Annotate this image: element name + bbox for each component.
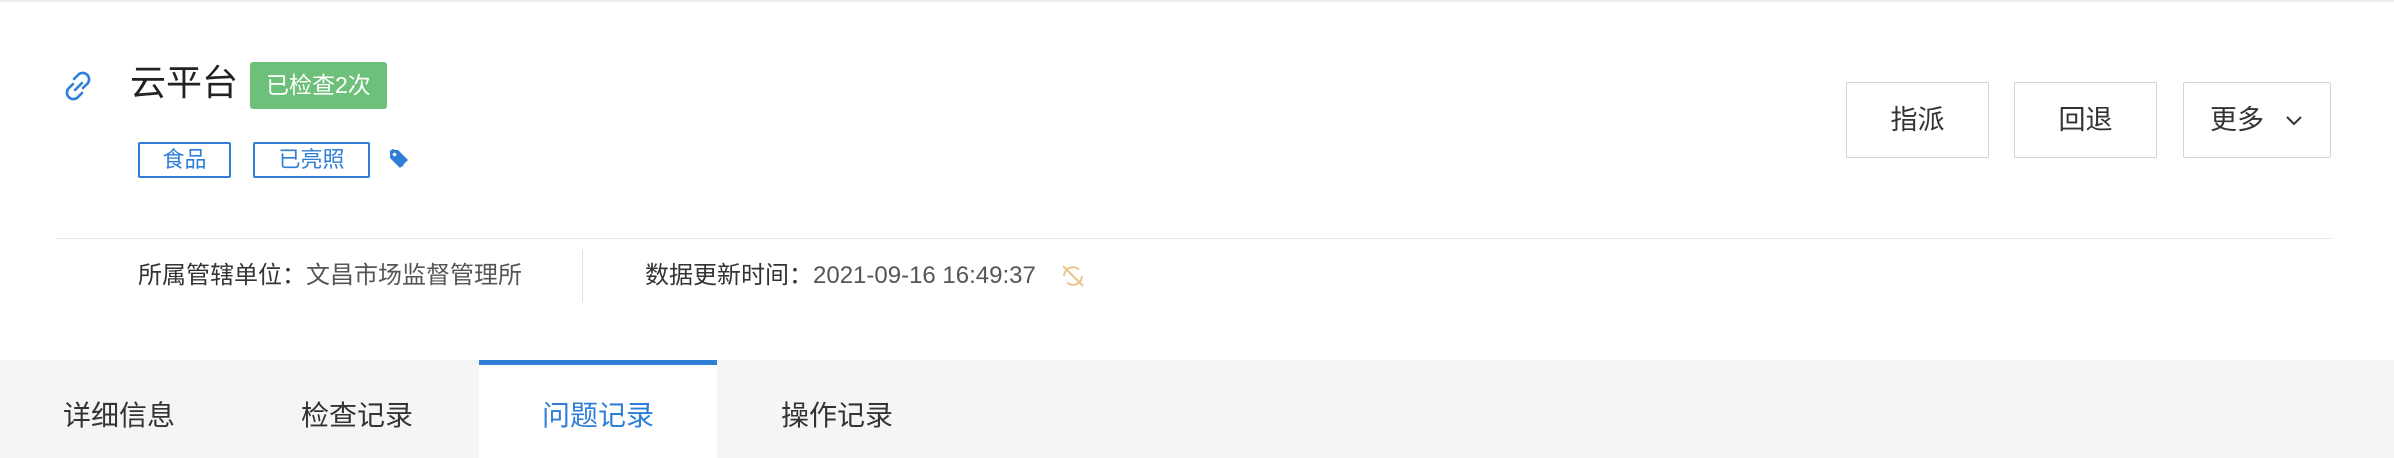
tag-food: 食品 <box>138 142 231 178</box>
tab-issue-records[interactable]: 问题记录 <box>479 360 717 458</box>
tab-details[interactable]: 详细信息 <box>0 360 238 458</box>
tab-operation-records[interactable]: 操作记录 <box>718 360 956 458</box>
jurisdiction-unit: 所属管辖单位：文昌市场监督管理所 <box>138 258 522 294</box>
more-dropdown-button[interactable]: 更多 <box>2183 82 2331 158</box>
detail-page: 云平台 已检查2次 食品 已亮照 指派 回退 更多 所属管辖单位：文昌市场监督管… <box>0 0 2394 458</box>
tag-icon[interactable] <box>387 147 411 171</box>
check-count-badge: 已检查2次 <box>250 62 387 109</box>
more-label: 更多 <box>2210 105 2264 135</box>
assign-button[interactable]: 指派 <box>1846 82 1989 158</box>
jurisdiction-unit-label: 所属管辖单位： <box>138 262 306 289</box>
update-time-value: 2021-09-16 16:49:37 <box>813 262 1036 289</box>
tag-licensed: 已亮照 <box>253 142 370 178</box>
tab-inspection-records[interactable]: 检查记录 <box>238 360 476 458</box>
header-divider <box>56 238 2332 239</box>
page-title: 云平台 <box>130 62 239 103</box>
meta-divider <box>582 250 583 302</box>
update-time-label: 数据更新时间： <box>645 262 813 289</box>
link-icon <box>65 71 91 101</box>
chevron-down-icon <box>2286 116 2302 126</box>
sync-off-icon <box>1062 265 1084 287</box>
top-border <box>0 0 2394 2</box>
jurisdiction-unit-value: 文昌市场监督管理所 <box>306 262 522 289</box>
update-time: 数据更新时间：2021-09-16 16:49:37 <box>645 258 1036 294</box>
return-button[interactable]: 回退 <box>2014 82 2157 158</box>
